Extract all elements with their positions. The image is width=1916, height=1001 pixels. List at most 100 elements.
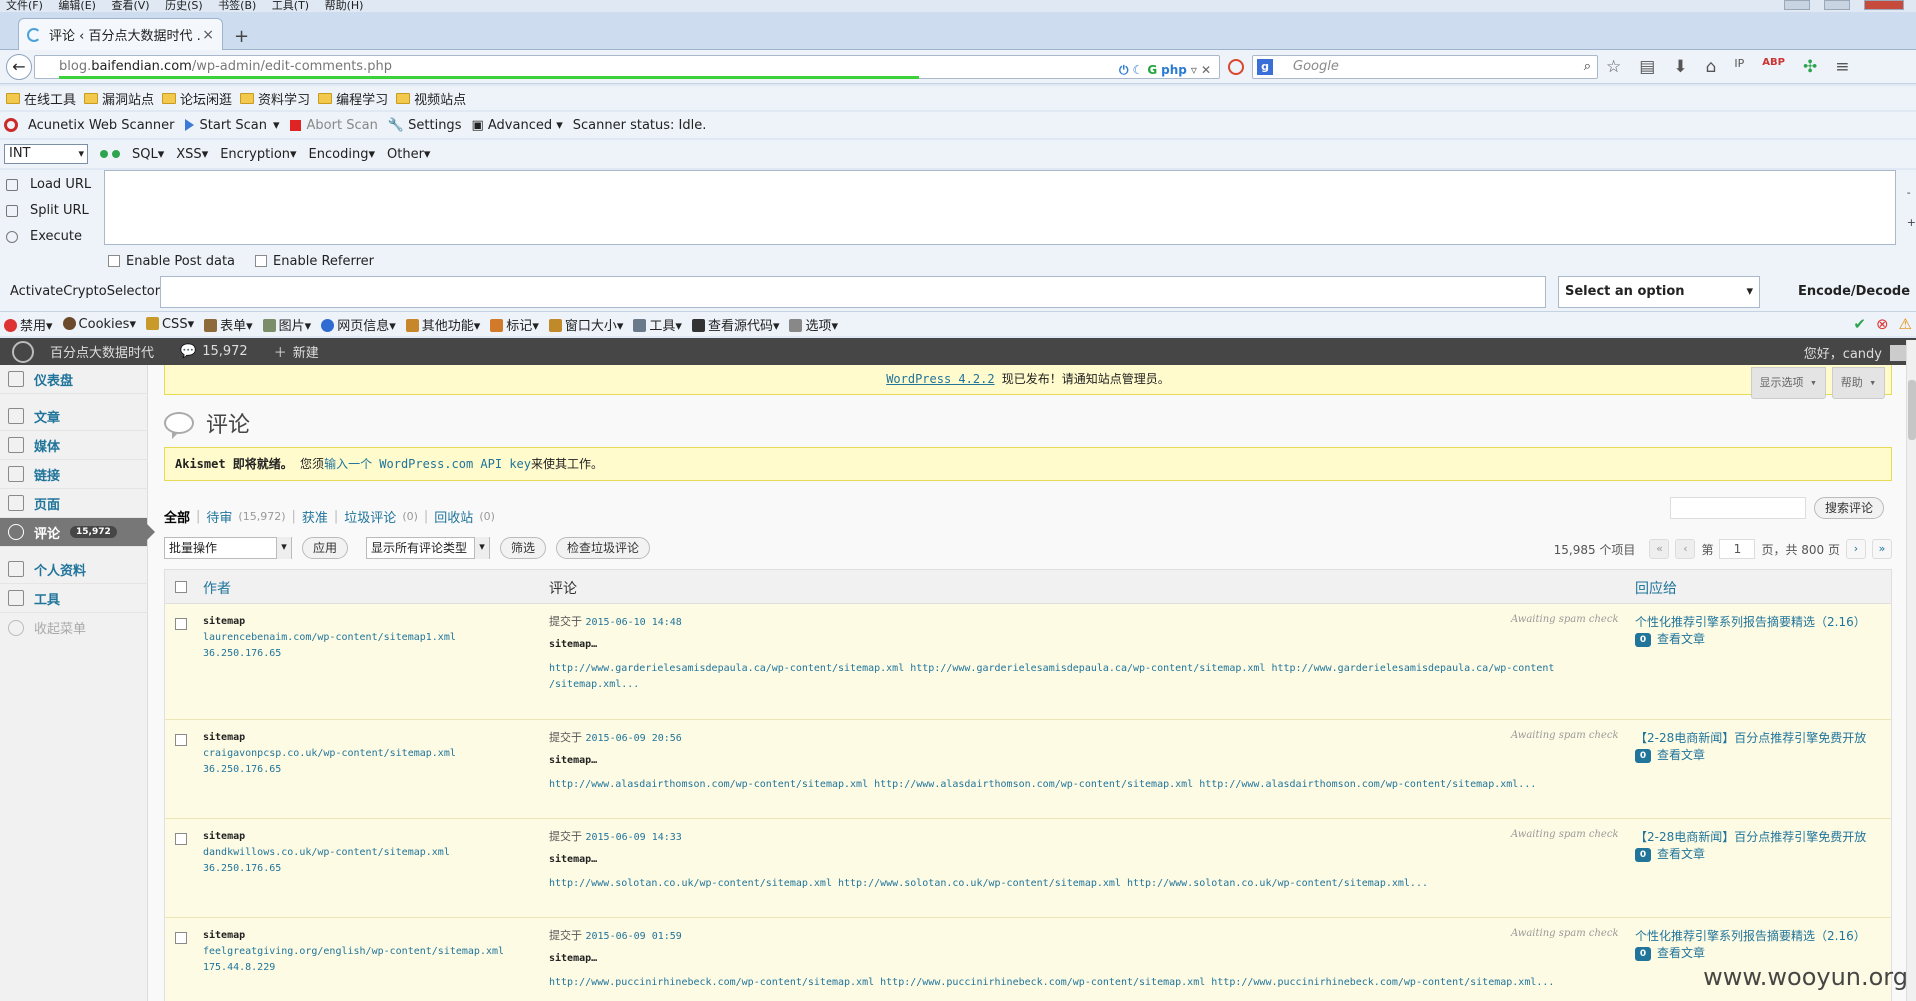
grow-button[interactable]: + <box>1907 208 1916 238</box>
disable-menu[interactable]: 禁用▾ <box>4 315 53 334</box>
moon-icon[interactable]: ☾ <box>1133 59 1144 81</box>
sidebar-item-posts[interactable]: 文章 <box>0 402 147 431</box>
apply-button[interactable]: 应用 <box>302 537 349 559</box>
view-post-link[interactable]: 0 查看文章 <box>1635 945 1885 962</box>
new-tab-button[interactable]: + <box>234 26 249 47</box>
referrer-checkbox[interactable]: Enable Referrer <box>255 254 374 269</box>
author-ip[interactable]: 175.44.8.229 <box>203 960 504 976</box>
help-button[interactable]: 帮助 ▾ <box>1831 367 1885 399</box>
g-icon[interactable]: G <box>1147 59 1157 81</box>
response-post-link[interactable]: 个性化推荐引擎系列报告摘要精选（2.16） <box>1635 928 1885 945</box>
cookies-menu[interactable]: Cookies▾ <box>62 316 136 332</box>
view-source-menu[interactable]: 查看源代码▾ <box>691 315 779 334</box>
current-page-input[interactable]: 1 <box>1719 539 1756 559</box>
comments-count-link[interactable]: 💬 15,972 <box>180 344 248 359</box>
row-checkbox[interactable] <box>175 734 187 746</box>
author-url[interactable]: craigavonpcsp.co.uk/wp-content/sitemap.x… <box>203 746 456 762</box>
filter-button[interactable]: 筛选 <box>500 537 547 559</box>
split-url-button[interactable]: Split URL <box>6 198 91 224</box>
author-url[interactable]: laurencebenaim.com/wp-content/sitemap1.x… <box>203 630 456 646</box>
block-icon[interactable] <box>1228 59 1244 75</box>
tab-close-icon[interactable]: × <box>202 27 214 43</box>
check-spam-button[interactable]: 检查垃圾评论 <box>556 537 651 559</box>
response-post-link[interactable]: 个性化推荐引擎系列报告摘要精选（2.16） <box>1635 614 1885 631</box>
last-page-button[interactable]: » <box>1872 539 1892 559</box>
scrollbar-thumb[interactable] <box>1908 380 1916 440</box>
crypto-option-select[interactable]: Select an option <box>1558 276 1760 308</box>
author-ip[interactable]: 36.250.176.65 <box>203 646 456 662</box>
sidebar-item-dashboard[interactable]: 仪表盘 <box>0 365 147 394</box>
menu-view[interactable]: 查看(V) <box>111 0 149 12</box>
comment-date[interactable]: 2015-06-09 14:33 <box>586 832 682 843</box>
outline-menu[interactable]: 标记▾ <box>490 315 539 334</box>
bookmark-folder[interactable]: 在线工具 <box>6 89 76 108</box>
response-post-link[interactable]: 【2-28电商新闻】百分点推荐引擎免费开放 <box>1635 829 1885 846</box>
search-icon[interactable]: ⌕ <box>1584 56 1591 78</box>
filter-all[interactable]: 全部 <box>164 507 190 526</box>
response-post-link[interactable]: 【2-28电商新闻】百分点推荐引擎免费开放 <box>1635 730 1885 747</box>
load-url-button[interactable]: Load URL <box>6 172 91 198</box>
collapse-menu-button[interactable]: 收起菜单 <box>0 613 147 642</box>
tools-menu[interactable]: 工具▾ <box>633 315 682 334</box>
sidebar-item-tools[interactable]: 工具 <box>0 584 147 613</box>
column-response[interactable]: 回应给 <box>1635 578 1677 598</box>
next-page-button[interactable]: › <box>1846 539 1866 559</box>
bookmark-folder[interactable]: 漏洞站点 <box>84 89 154 108</box>
stop-icon[interactable]: ✕ <box>1201 59 1211 81</box>
hackbar-url-textarea[interactable] <box>104 170 1896 245</box>
comment-date[interactable]: 2015-06-09 01:59 <box>586 931 682 942</box>
search-comments-button[interactable]: 搜索评论 <box>1813 497 1884 519</box>
bulk-actions-select[interactable]: 批量操作 <box>164 537 292 559</box>
xss-menu[interactable]: XSS▾ <box>176 147 208 162</box>
filter-pending[interactable]: 待审 <box>206 507 232 526</box>
sidebar-item-pages[interactable]: 页面 <box>0 489 147 518</box>
encode-decode-button[interactable]: Encode/Decode <box>1798 284 1910 299</box>
search-input[interactable]: g Google ⌕ <box>1252 55 1598 79</box>
images-menu[interactable]: 图片▾ <box>262 315 311 334</box>
row-checkbox[interactable] <box>175 932 187 944</box>
adblock-icon[interactable]: ABP <box>1762 57 1785 77</box>
filter-spam[interactable]: 垃圾评论 <box>344 507 396 526</box>
row-checkbox[interactable] <box>175 618 187 630</box>
bookmark-star-icon[interactable]: ☆ <box>1606 57 1621 77</box>
checkbox[interactable] <box>255 255 268 267</box>
forms-menu[interactable]: 表单▾ <box>204 315 253 334</box>
sidebar-item-links[interactable]: 链接 <box>0 460 147 489</box>
select-all-checkbox[interactable] <box>175 581 187 593</box>
sql-menu[interactable]: SQL▾ <box>132 147 164 162</box>
browser-tab[interactable]: 评论 ‹ 百分点大数据时代 ... × <box>18 18 223 50</box>
google-icon[interactable]: g <box>1257 59 1273 75</box>
other-menu[interactable]: Other▾ <box>387 147 430 162</box>
comment-date[interactable]: 2015-06-10 14:48 <box>586 617 682 628</box>
download-icon[interactable]: ⬇ <box>1673 57 1687 77</box>
bookmark-folder[interactable]: 论坛闲逛 <box>162 89 232 108</box>
author-url[interactable]: dandkwillows.co.uk/wp-content/sitemap.xm… <box>203 845 450 861</box>
back-button[interactable]: ← <box>6 54 32 80</box>
misc-menu[interactable]: 其他功能▾ <box>405 315 480 334</box>
checkbox[interactable] <box>108 255 120 267</box>
encoding-menu[interactable]: Encoding▾ <box>309 147 375 162</box>
user-greeting[interactable]: 您好，candy <box>1804 343 1906 362</box>
menu-help[interactable]: 帮助(H) <box>325 0 364 12</box>
hackbar-type-select[interactable]: INT <box>4 144 88 164</box>
execute-button[interactable]: Execute <box>6 224 91 250</box>
info-menu[interactable]: 网页信息▾ <box>321 315 396 334</box>
sidebar-item-profile[interactable]: 个人资料 <box>0 555 147 584</box>
sidebar-item-comments[interactable]: 评论 15,972 <box>0 518 155 547</box>
resize-menu[interactable]: 窗口大小▾ <box>548 315 623 334</box>
crypto-input[interactable] <box>160 276 1546 308</box>
abort-scan-button[interactable]: Abort Scan <box>289 118 378 133</box>
reading-list-icon[interactable]: ▤ <box>1639 57 1655 77</box>
view-post-link[interactable]: 0 查看文章 <box>1635 846 1885 863</box>
css-menu[interactable]: CSS▾ <box>145 316 194 332</box>
author-ip[interactable]: 36.250.176.65 <box>203 762 456 778</box>
options-menu[interactable]: 选项▾ <box>789 315 838 334</box>
filter-approved[interactable]: 获准 <box>302 507 328 526</box>
minimize-button[interactable] <box>1784 0 1810 10</box>
view-post-link[interactable]: 0 查看文章 <box>1635 747 1885 764</box>
akismet-api-key-link[interactable]: 输入一个 WordPress.com API key <box>324 457 531 471</box>
power-icon[interactable]: ⏻ <box>1119 59 1129 81</box>
bookmark-folder[interactable]: 视频站点 <box>396 89 466 108</box>
page-scrollbar[interactable] <box>1906 340 1916 1001</box>
author-url[interactable]: feelgreatgiving.org/english/wp-content/s… <box>203 944 504 960</box>
